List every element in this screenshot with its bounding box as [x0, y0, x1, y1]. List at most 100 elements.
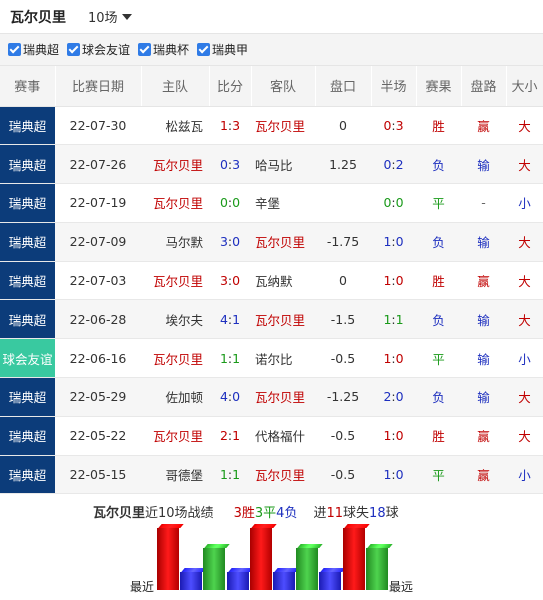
checkbox-checked-icon[interactable] — [8, 43, 21, 56]
top-bar: 瓦尔贝里 10场 — [0, 0, 543, 34]
handicap-cell: -1.25 — [326, 389, 360, 405]
table-row[interactable]: 球会友谊 22-06-16 瓦尔贝里 1:1 诺尔比 -0.5 1:0 平 输 小 — [0, 338, 543, 378]
away-team-cell[interactable]: 辛堡 — [251, 184, 315, 223]
column-header: 赛果 — [416, 66, 462, 107]
away-team-cell[interactable]: 瓦尔贝里 — [251, 300, 315, 339]
handicap-cell: -0.5 — [330, 350, 356, 366]
table-row[interactable]: 瑞典超 22-05-15 哥德堡 1:1 瓦尔贝里 -0.5 1:0 平 赢 小 — [0, 455, 543, 494]
score-cell[interactable]: 2:1 — [209, 416, 251, 455]
column-header: 盘路 — [461, 66, 507, 107]
column-header: 盘口 — [315, 66, 372, 107]
home-team-cell[interactable]: 瓦尔贝里 — [141, 261, 209, 300]
league-cell[interactable]: 瑞典超 — [0, 183, 55, 223]
score-cell[interactable]: 4:1 — [209, 300, 251, 339]
summary-wins: 3胜 — [233, 505, 255, 521]
over-under-cell: 大 — [518, 274, 531, 290]
table-row[interactable]: 瑞典超 22-05-29 佐加顿 4:0 瓦尔贝里 -1.25 2:0 负 输 大 — [0, 377, 543, 417]
halftime-cell: 1:0 — [383, 234, 404, 250]
score-cell[interactable]: 0:3 — [209, 145, 251, 184]
home-team-cell[interactable]: 瓦尔贝里 — [141, 184, 209, 223]
away-team-cell[interactable]: 瓦尔贝里 — [251, 378, 315, 417]
handicap-cell: -1.5 — [330, 311, 356, 327]
filter-checkbox[interactable]: 瑞典杯 — [138, 41, 189, 58]
summary-draws: 3平 — [254, 505, 277, 521]
over-under-cell: 大 — [518, 235, 531, 251]
league-cell[interactable]: 瑞典超 — [0, 455, 55, 494]
summary-recent: 近10场战绩 — [145, 505, 214, 521]
league-cell[interactable]: 瑞典超 — [0, 106, 55, 145]
score-cell[interactable]: 1:3 — [209, 106, 251, 145]
score-cell[interactable]: 1:1 — [209, 339, 251, 378]
result-cell: 平 — [432, 468, 445, 484]
table-row[interactable]: 瑞典超 22-05-22 瓦尔贝里 2:1 代格福什 -0.5 1:0 胜 赢 大 — [0, 416, 543, 456]
home-team-cell[interactable]: 松兹瓦 — [141, 106, 209, 145]
handicap-cell: -1.75 — [326, 234, 360, 250]
cover-cell: - — [481, 195, 486, 211]
result-cell: 平 — [432, 196, 445, 212]
handicap-cell — [315, 184, 371, 223]
league-cell[interactable]: 瑞典超 — [0, 416, 55, 456]
table-row[interactable]: 瑞典超 22-07-03 瓦尔贝里 3:0 瓦纳默 0 1:0 胜 赢 大 — [0, 261, 543, 300]
date-cell: 22-07-19 — [69, 195, 127, 211]
cover-cell: 输 — [477, 312, 490, 328]
checkbox-checked-icon[interactable] — [138, 43, 152, 56]
table-row[interactable]: 瑞典超 22-07-19 瓦尔贝里 0:0 辛堡 0:0 平 - 小 — [0, 183, 543, 223]
halftime-cell: 1:1 — [383, 311, 404, 327]
home-team-cell[interactable]: 瓦尔贝里 — [141, 339, 209, 378]
home-team-cell[interactable]: 瓦尔贝里 — [141, 145, 209, 184]
home-team-cell[interactable]: 佐加顿 — [141, 378, 209, 417]
column-header: 大小 — [506, 66, 543, 107]
results-chart — [155, 522, 388, 590]
table-row[interactable]: 瑞典超 22-07-30 松兹瓦 1:3 瓦尔贝里 0 0:3 胜 赢 大 — [0, 106, 543, 145]
match-count-dropdown[interactable]: 10场 — [88, 7, 132, 26]
filter-checkbox[interactable]: 瑞典甲 — [197, 41, 248, 58]
over-under-cell: 大 — [518, 157, 531, 173]
home-team-cell[interactable]: 哥德堡 — [141, 455, 209, 494]
score-cell[interactable]: 4:0 — [209, 378, 251, 417]
score-cell[interactable]: 0:0 — [209, 184, 251, 223]
home-team-cell[interactable]: 埃尔夫 — [141, 300, 209, 339]
result-bar — [203, 548, 226, 590]
score-cell[interactable]: 3:0 — [209, 261, 251, 300]
score-cell[interactable]: 3:0 — [209, 222, 251, 261]
cover-cell: 赢 — [477, 274, 490, 290]
score-cell[interactable]: 1:1 — [209, 455, 251, 494]
date-cell: 22-05-15 — [69, 467, 127, 483]
league-cell[interactable]: 瑞典超 — [0, 377, 55, 417]
league-cell[interactable]: 瑞典超 — [0, 222, 55, 262]
halftime-cell: 0:0 — [383, 195, 404, 211]
away-team-cell[interactable]: 哈马比 — [251, 145, 315, 184]
result-bar — [180, 572, 203, 590]
league-cell[interactable]: 瑞典超 — [0, 144, 55, 184]
away-team-cell[interactable]: 瓦尔贝里 — [251, 455, 315, 494]
column-header: 半场 — [371, 66, 417, 107]
table-row[interactable]: 瑞典超 22-07-26 瓦尔贝里 0:3 哈马比 1.25 0:2 负 输 大 — [0, 144, 543, 184]
away-team-cell[interactable]: 诺尔比 — [251, 339, 315, 378]
away-team-cell[interactable]: 瓦尔贝里 — [251, 222, 315, 261]
result-bar — [296, 548, 319, 590]
checkbox-checked-icon[interactable] — [197, 43, 211, 56]
league-cell[interactable]: 瑞典超 — [0, 261, 55, 300]
home-team-cell[interactable]: 马尔默 — [141, 222, 209, 261]
league-cell[interactable]: 球会友谊 — [0, 338, 55, 378]
checkbox-checked-icon[interactable] — [67, 43, 81, 56]
result-bar — [226, 572, 249, 590]
table-row[interactable]: 瑞典超 22-06-28 埃尔夫 4:1 瓦尔贝里 -1.5 1:1 负 输 大 — [0, 299, 543, 339]
result-cell: 负 — [432, 235, 445, 251]
away-team-cell[interactable]: 瓦纳默 — [251, 261, 315, 300]
result-cell: 平 — [432, 351, 445, 367]
home-team-cell[interactable]: 瓦尔贝里 — [141, 416, 209, 455]
away-team-cell[interactable]: 瓦尔贝里 — [251, 106, 315, 145]
league-cell[interactable]: 瑞典超 — [0, 299, 55, 339]
handicap-cell: -0.5 — [330, 428, 356, 444]
table-row[interactable]: 瑞典超 22-07-09 马尔默 3:0 瓦尔贝里 -1.75 1:0 负 输 大 — [0, 222, 543, 262]
halftime-cell: 1:0 — [383, 350, 404, 366]
team-name: 瓦尔贝里 — [10, 9, 66, 26]
filter-checkbox[interactable]: 球会友谊 — [67, 41, 130, 58]
filter-checkbox[interactable]: 瑞典超 — [8, 41, 59, 58]
away-team-cell[interactable]: 代格福什 — [251, 416, 315, 455]
column-header: 比分 — [209, 66, 252, 107]
over-under-cell: 大 — [518, 312, 531, 328]
date-cell: 22-05-29 — [69, 389, 127, 405]
table-body: 瑞典超 22-07-30 松兹瓦 1:3 瓦尔贝里 0 0:3 胜赢大瑞典超 22-07-26 瓦… — [0, 106, 543, 494]
